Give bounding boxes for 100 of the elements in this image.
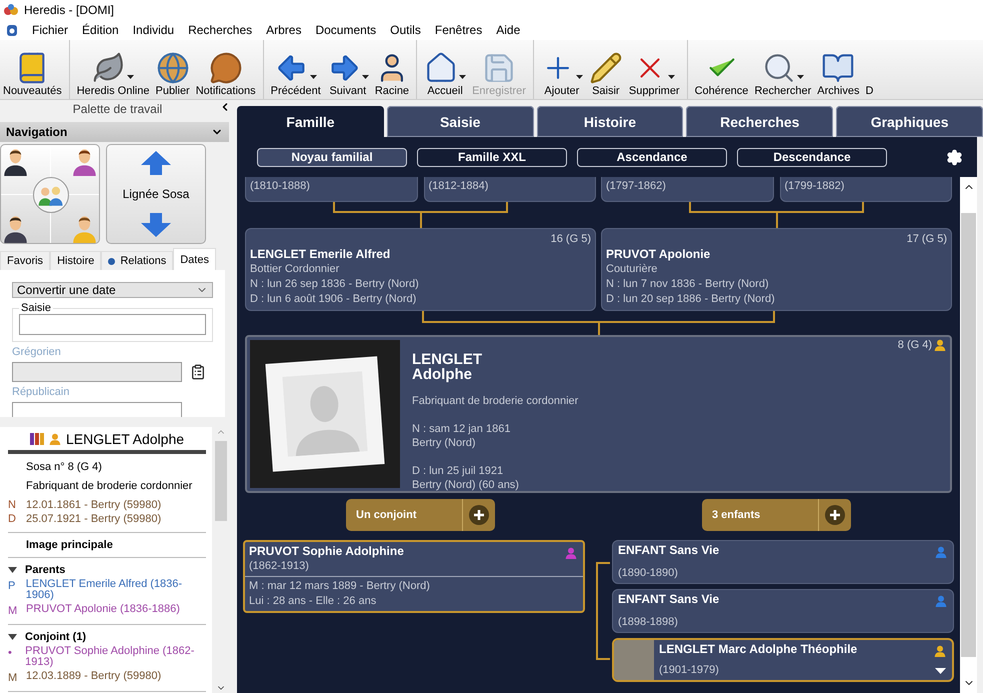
caret-icon: [362, 75, 369, 79]
date-converter-dropdown[interactable]: Convertir une date: [12, 282, 213, 298]
person-card[interactable]: LENGLET Adolphe Fabriquant de broderie cordonnier N : sam 12 jan 1861 Bertry (Nord) D : lun 25 juil 1921 Bertry (Nord) (60 ans) 8 (G 4): [245, 335, 952, 493]
children-button[interactable]: 3 enfants: [702, 499, 851, 531]
field-label: Républicain: [12, 386, 70, 398]
section-title: Conjoint (1): [25, 631, 86, 643]
menu-item[interactable]: Fenêtres: [434, 23, 482, 37]
caret-icon: [796, 75, 804, 79]
event-letter: N: [8, 498, 17, 512]
view-tab[interactable]: Famille XXL: [417, 148, 567, 166]
toolbar-button[interactable]: Nouveautés: [0, 40, 65, 99]
down-arrow-icon: [141, 213, 171, 237]
caret-icon: [459, 75, 466, 79]
person-link[interactable]: PRUVOT Sophie Adolphine (1862-1913): [25, 646, 206, 668]
section-header[interactable]: Navigation: [0, 122, 229, 142]
menu-item[interactable]: Outils: [390, 23, 421, 37]
tab[interactable]: Histoire: [536, 106, 684, 137]
panel-tab[interactable]: Dates: [173, 248, 216, 270]
caret-icon: [127, 75, 134, 79]
spouse-button[interactable]: Un conjoint: [346, 499, 495, 531]
settings-button[interactable]: [946, 149, 963, 166]
globe-icon: [156, 51, 190, 85]
person-given-name: Adolphe: [412, 367, 473, 382]
panel-tab[interactable]: Relations: [101, 251, 174, 270]
view-tab[interactable]: Descendance: [737, 148, 887, 166]
entry-letter: M: [8, 604, 18, 618]
entry-letter: P: [8, 579, 16, 594]
view-tab[interactable]: Noyau familial: [257, 148, 407, 166]
person-surname: LENGLET: [412, 352, 483, 367]
view-tab[interactable]: Ascendance: [577, 148, 727, 166]
person-link[interactable]: PRUVOT Apolonie (1836-1886): [26, 604, 180, 618]
person-link[interactable]: LENGLET Emerile Alfred (1836-1906): [26, 579, 206, 601]
window-title: Heredis - [DOMI]: [24, 3, 114, 17]
up-arrow-icon: [141, 151, 171, 175]
toolbar-button[interactable]: Accueil: [421, 40, 470, 99]
grandparent-card[interactable]: (1810-1888): [245, 177, 418, 202]
menu-item[interactable]: Fichier: [32, 23, 68, 37]
toolbar-button[interactable]: Précédent: [268, 40, 324, 99]
menu-item[interactable]: Documents: [315, 23, 376, 37]
collapse-triangle-icon[interactable]: [8, 634, 17, 640]
menu-item[interactable]: Arbres: [266, 23, 302, 37]
panel-tab[interactable]: Histoire: [50, 251, 102, 270]
scrollbar-thumb[interactable]: [961, 213, 976, 657]
clipboard-icon: [190, 364, 206, 380]
menu-item[interactable]: Individu: [132, 23, 174, 37]
field-label: Grégorien: [12, 346, 62, 358]
toolbar-button[interactable]: Notifications: [192, 40, 259, 99]
child-card[interactable]: ENFANT Sans Vie (1890-1890): [612, 540, 954, 584]
event-letter: D: [8, 512, 17, 526]
toolbar-button[interactable]: Suivant: [324, 40, 372, 99]
section-title: Image principale: [25, 538, 114, 551]
occupation-text: Fabriquant de broderie cordonnier: [412, 394, 578, 408]
toolbar-button[interactable]: Supprimer: [626, 40, 683, 99]
grandparent-card[interactable]: (1812-1884): [424, 177, 596, 202]
settings-icon: [946, 149, 963, 166]
output-field[interactable]: [12, 402, 182, 417]
panel-tab[interactable]: Favoris: [0, 251, 50, 270]
sosa-line-button[interactable]: Lignée Sosa: [106, 144, 206, 244]
grandparent-card[interactable]: (1797-1862): [601, 177, 774, 202]
menu-item[interactable]: Aide: [496, 23, 520, 37]
expand-triangle-icon[interactable]: [935, 668, 946, 674]
menu-item[interactable]: Édition: [82, 23, 119, 37]
toolbar-button[interactable]: Publier: [152, 40, 193, 99]
caret-icon: [576, 75, 583, 79]
parent-card[interactable]: 17 (G 5) PRUVOT Apolonie Couturière N : lun 7 nov 1836 - Bertry (Nord) D : lun 20 sep 1886 - Bertry (Nord): [601, 228, 952, 311]
section-title: Parents: [25, 564, 66, 576]
toolbar-button[interactable]: Rechercher: [751, 40, 814, 99]
entry-letter: •: [8, 646, 13, 661]
speech-bubble-icon: [208, 51, 243, 85]
tab[interactable]: Recherches: [686, 106, 834, 137]
spouse-card[interactable]: PRUVOT Sophie Adolphine (1862-1913) M : mar 12 mars 1889 - Bertry (Nord) Lui : 28 ans - Elle : 26 ans: [243, 540, 585, 613]
grandparent-card[interactable]: (1799-1882): [780, 177, 952, 202]
toolbar-button[interactable]: Heredis Online: [74, 40, 152, 99]
toolbar-button[interactable]: Cohérence: [692, 40, 752, 99]
scrollbar-thumb[interactable]: [214, 441, 226, 521]
child-card[interactable]: LENGLET Marc Adolphe Théophile (1901-1979): [612, 638, 954, 682]
copy-button[interactable]: [190, 364, 206, 380]
scrollbar[interactable]: [960, 177, 977, 693]
plus-icon: [825, 505, 845, 525]
toolbar-button[interactable]: Racine: [372, 40, 412, 99]
menu-item[interactable]: Recherches: [188, 23, 252, 37]
toolbar-button[interactable]: Saisir: [586, 40, 626, 99]
collapse-triangle-icon[interactable]: [8, 567, 17, 573]
input-field[interactable]: [19, 314, 206, 335]
panel-title: Palette de travail: [72, 102, 162, 116]
tab[interactable]: Graphiques: [836, 106, 983, 137]
toolbar-button[interactable]: D: [862, 40, 876, 99]
toolbar-button[interactable]: Archives: [814, 40, 862, 99]
toolbar-button[interactable]: Ajouter: [538, 40, 586, 99]
person-icon: [48, 433, 61, 445]
tab[interactable]: Saisie: [386, 106, 534, 137]
death-date: D : lun 25 juil 1921: [412, 464, 504, 478]
app-icon[interactable]: [6, 24, 18, 36]
family-button[interactable]: [33, 177, 69, 213]
child-card[interactable]: ENFANT Sans Vie (1898-1898): [612, 589, 954, 633]
event-text: 12.03.1889 - Bertry (59980): [26, 671, 162, 684]
output-field[interactable]: [12, 362, 182, 382]
tab[interactable]: Famille: [237, 106, 384, 137]
parent-card[interactable]: 16 (G 5) LENGLET Emerile Alfred Bottier Cordonnier N : lun 26 sep 1836 - Bertry (Nord) D : lun 6 août 1906 - Bertry (Nord): [245, 228, 596, 311]
section-title: Navigation: [6, 125, 68, 139]
